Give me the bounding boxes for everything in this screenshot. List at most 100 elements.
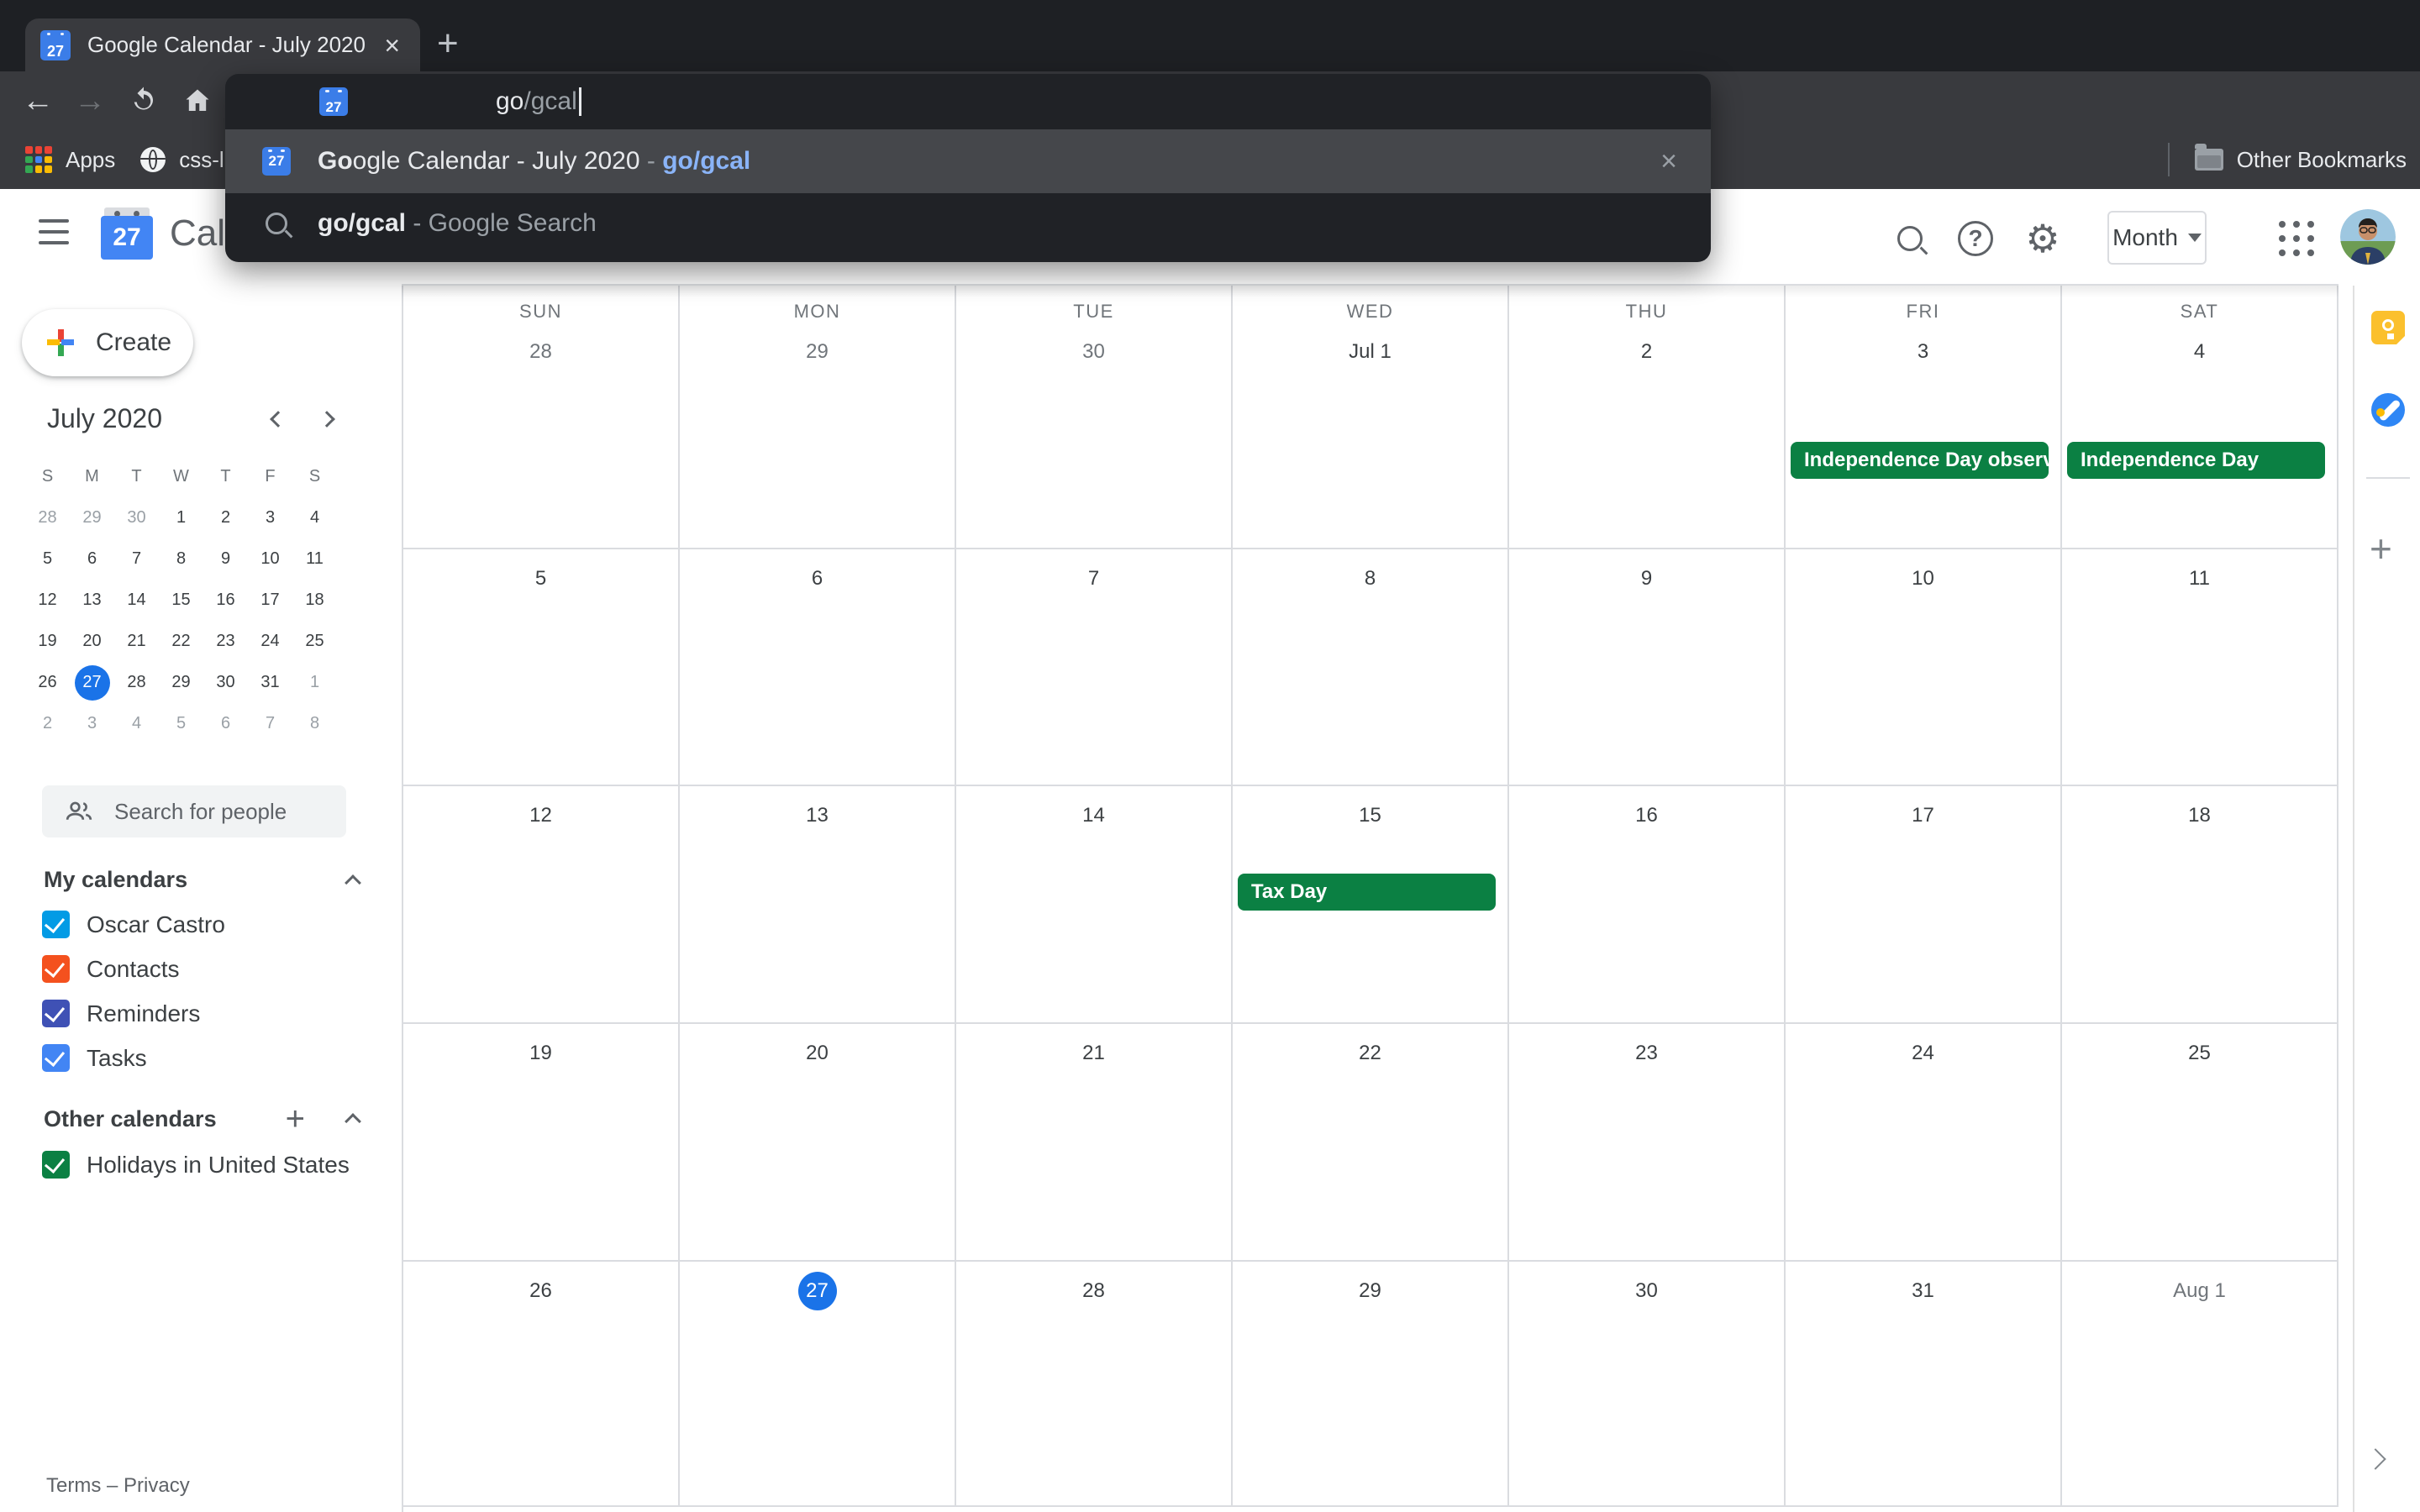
suggestion-search[interactable]: go/gcal - Google Search [225, 193, 1711, 254]
calendar-list-item[interactable]: Holidays in United States [42, 1151, 350, 1179]
date-label[interactable]: 11 [2181, 559, 2219, 598]
mini-cal-day[interactable]: 7 [114, 538, 159, 580]
date-label[interactable]: 28 [1075, 1272, 1113, 1310]
mini-cal-day[interactable]: 8 [292, 703, 337, 744]
chevron-up-icon[interactable] [345, 874, 361, 891]
create-button[interactable]: Create [22, 309, 193, 376]
date-label[interactable]: 30 [1075, 333, 1113, 371]
day-cell[interactable]: 13 [680, 786, 956, 1024]
date-label[interactable]: 9 [1628, 559, 1666, 598]
day-cell[interactable]: 16 [1509, 786, 1786, 1024]
day-cell[interactable]: 28 [956, 1262, 1233, 1507]
date-label[interactable]: Aug 1 [2173, 1272, 2226, 1310]
mini-cal-day[interactable]: 28 [25, 497, 70, 538]
day-cell[interactable]: 5 [403, 549, 680, 786]
day-cell[interactable]: 24 [1786, 1024, 2062, 1262]
day-cell[interactable]: TUE30 [956, 286, 1233, 549]
mini-cal-day[interactable]: 4 [114, 703, 159, 744]
mini-cal-day[interactable]: 3 [248, 497, 292, 538]
bookmark-css[interactable]: css-l [140, 147, 224, 173]
day-cell[interactable]: 27 [680, 1262, 956, 1507]
omnibox-input[interactable]: go/gcal [496, 87, 581, 116]
day-cell[interactable]: 23 [1509, 1024, 1786, 1262]
mini-cal-day[interactable]: 5 [25, 538, 70, 580]
mini-cal-day[interactable]: 11 [292, 538, 337, 580]
omnibox[interactable]: 27 go/gcal [225, 74, 1711, 129]
suggestion-page[interactable]: 27 Google Calendar - July 2020 - go/gcal… [225, 129, 1711, 193]
tab-close-icon[interactable]: × [379, 32, 405, 59]
day-cell[interactable]: FRI3Independence Day observed [1786, 286, 2062, 549]
search-icon[interactable] [1891, 219, 1929, 258]
mini-cal-day[interactable]: 3 [70, 703, 114, 744]
day-cell[interactable]: 22 [1233, 1024, 1509, 1262]
mini-cal-day[interactable]: 30 [114, 497, 159, 538]
mini-cal-day[interactable]: 14 [114, 580, 159, 621]
mini-cal-day[interactable]: 21 [114, 621, 159, 662]
date-label[interactable]: 30 [1628, 1272, 1666, 1310]
date-label[interactable]: 20 [798, 1034, 837, 1073]
event-pill[interactable]: Independence Day [2067, 442, 2325, 479]
my-calendars-header[interactable]: My calendars [44, 867, 359, 893]
next-month-page-icon[interactable] [2368, 1452, 2383, 1467]
date-label[interactable]: 2 [1628, 333, 1666, 371]
next-month-icon[interactable] [318, 411, 335, 428]
google-tasks-icon[interactable] [2371, 393, 2405, 427]
day-cell[interactable]: 6 [680, 549, 956, 786]
mini-cal-day[interactable]: 5 [159, 703, 203, 744]
mini-cal-day[interactable]: 26 [25, 662, 70, 703]
day-cell[interactable]: 19 [403, 1024, 680, 1262]
calendar-checkbox-checked[interactable] [42, 911, 70, 938]
mini-cal-day[interactable]: 15 [159, 580, 203, 621]
date-label[interactable]: 5 [522, 559, 560, 598]
day-cell[interactable]: Aug 1 [2062, 1262, 2338, 1507]
event-pill[interactable]: Tax Day [1238, 874, 1496, 911]
date-label[interactable]: 14 [1075, 796, 1113, 835]
mini-cal-day-selected[interactable]: 27 [70, 662, 114, 703]
day-cell[interactable]: 9 [1509, 549, 1786, 786]
mini-cal-day[interactable]: 16 [203, 580, 248, 621]
main-menu-icon[interactable] [39, 219, 69, 244]
mini-cal-day[interactable]: 28 [114, 662, 159, 703]
date-label[interactable]: 23 [1628, 1034, 1666, 1073]
event-pill[interactable]: Independence Day observed [1791, 442, 2049, 479]
mini-cal-day[interactable]: 24 [248, 621, 292, 662]
calendar-checkbox-checked[interactable] [42, 955, 70, 983]
mini-cal-day[interactable]: 8 [159, 538, 203, 580]
prev-month-icon[interactable] [270, 411, 287, 428]
day-cell[interactable]: 17 [1786, 786, 2062, 1024]
date-label[interactable]: 19 [522, 1034, 560, 1073]
day-cell[interactable]: 31 [1786, 1262, 2062, 1507]
mini-cal-day[interactable]: 19 [25, 621, 70, 662]
remove-suggestion-icon[interactable]: × [1660, 145, 1677, 178]
mini-cal-day[interactable]: 9 [203, 538, 248, 580]
day-cell[interactable]: WEDJul 1 [1233, 286, 1509, 549]
mini-cal-day[interactable]: 12 [25, 580, 70, 621]
mini-cal-day[interactable]: 22 [159, 621, 203, 662]
day-cell[interactable]: 8 [1233, 549, 1509, 786]
date-label[interactable]: 18 [2181, 796, 2219, 835]
date-label[interactable]: 21 [1075, 1034, 1113, 1073]
back-icon[interactable]: ← [15, 71, 60, 130]
account-avatar[interactable] [2340, 209, 2396, 265]
calendar-checkbox-checked[interactable] [42, 1044, 70, 1072]
day-cell[interactable]: 15Tax Day [1233, 786, 1509, 1024]
browser-tab[interactable]: 27 Google Calendar - July 2020 × [25, 18, 420, 71]
date-label[interactable]: 28 [522, 333, 560, 371]
mini-cal-day[interactable]: 2 [203, 497, 248, 538]
people-search-field[interactable]: Search for people [42, 785, 346, 837]
day-cell[interactable]: SUN28 [403, 286, 680, 549]
calendar-list-item[interactable]: Oscar Castro [42, 911, 225, 938]
date-label[interactable]: 7 [1075, 559, 1113, 598]
calendar-checkbox-checked[interactable] [42, 1000, 70, 1027]
date-label[interactable]: 22 [1351, 1034, 1390, 1073]
mini-cal-day[interactable]: 17 [248, 580, 292, 621]
mini-cal-day[interactable]: 2 [25, 703, 70, 744]
mini-cal-day[interactable]: 20 [70, 621, 114, 662]
day-cell[interactable]: 21 [956, 1024, 1233, 1262]
new-tab-button[interactable]: + [437, 25, 459, 62]
date-label[interactable]: 29 [1351, 1272, 1390, 1310]
mini-cal-day[interactable]: 10 [248, 538, 292, 580]
mini-cal-day[interactable]: 13 [70, 580, 114, 621]
day-cell[interactable]: THU2 [1509, 286, 1786, 549]
day-cell[interactable]: 11 [2062, 549, 2338, 786]
